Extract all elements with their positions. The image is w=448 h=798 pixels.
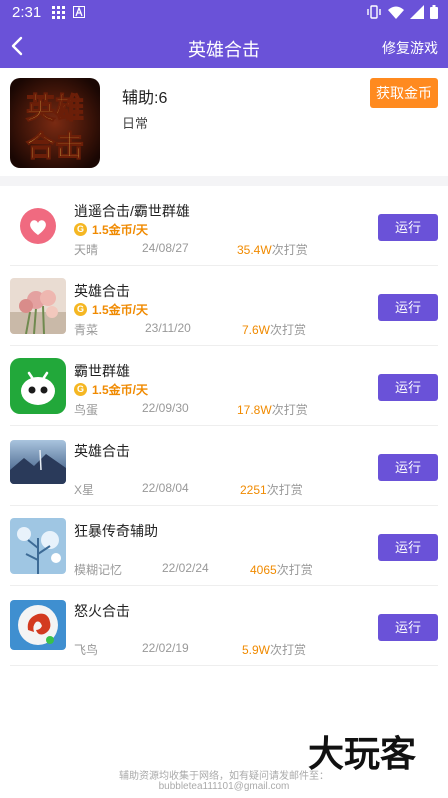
list-item[interactable]: 英雄合击 X星 22/08/04 2251次打赏 运行 (0, 426, 448, 506)
item-name: 霸世群雄 (74, 363, 130, 379)
coin-icon: G (74, 383, 87, 396)
wifi-icon (388, 6, 404, 19)
run-button[interactable]: 运行 (378, 534, 438, 561)
item-name: 狂暴传奇辅助 (74, 523, 158, 539)
footer-email: bubbletea111101@gmail.com (158, 781, 290, 792)
app-bar: 英雄合击 修复游戏 (0, 25, 448, 68)
vibrate-icon (367, 5, 381, 19)
run-button[interactable]: 运行 (378, 454, 438, 481)
get-coins-button[interactable]: 获取金币 (370, 78, 438, 108)
assist-list: 逍遥合击/霸世群雄 G 1.5金币/天 天晴 24/08/27 35.4W次打赏… (0, 186, 448, 666)
item-reward: 4065次打赏 (250, 563, 313, 577)
item-author: 青菜 (74, 323, 99, 337)
category-label: 日常 (122, 116, 149, 131)
list-item[interactable]: 霸世群雄 G 1.5金币/天 鸟蛋 22/09/30 17.8W次打赏 运行 (0, 346, 448, 426)
grid-icon (52, 6, 65, 19)
run-button[interactable]: 运行 (378, 374, 438, 401)
item-date: 24/08/27 (142, 241, 189, 255)
item-reward: 2251次打赏 (240, 483, 303, 497)
landscape-thumb (10, 440, 66, 484)
coin-icon: G (74, 303, 87, 316)
dragon-thumb (10, 600, 66, 650)
item-reward: 17.8W次打赏 (237, 403, 308, 417)
page-title: 英雄合击 (188, 40, 260, 60)
status-time: 2:31 (12, 4, 42, 21)
flowers-thumb (10, 278, 66, 334)
list-item[interactable]: 逍遥合击/霸世群雄 G 1.5金币/天 天晴 24/08/27 35.4W次打赏… (0, 186, 448, 266)
logo-text-bottom: 合击 (26, 129, 84, 163)
logo-text-top: 英雄 (26, 91, 84, 125)
item-date: 22/02/19 (142, 641, 189, 655)
item-reward: 7.6W次打赏 (242, 323, 307, 337)
battery-icon (430, 5, 438, 19)
coin-rate: 1.5金币/天 (92, 383, 149, 397)
item-reward: 35.4W次打赏 (237, 243, 308, 257)
coin-rate: 1.5金币/天 (92, 223, 149, 237)
tree-thumb (10, 518, 66, 574)
item-name: 英雄合击 (74, 283, 130, 299)
game-logo: 英雄 合击 (10, 78, 100, 168)
item-date: 23/11/20 (145, 321, 191, 335)
coin-icon: G (74, 223, 87, 236)
list-item[interactable]: 怒火合击 飞鸟 22/02/19 5.9W次打赏 运行 (0, 586, 448, 666)
run-button[interactable]: 运行 (378, 614, 438, 641)
status-bar: 2:31 (0, 0, 448, 25)
item-date: 22/09/30 (142, 401, 189, 415)
signal-icon (410, 5, 424, 19)
watermark-logo: 大玩客 (308, 734, 416, 774)
coin-rate: 1.5金币/天 (92, 303, 149, 317)
item-author: 鸟蛋 (74, 403, 99, 417)
repair-game-button[interactable]: 修复游戏 (382, 38, 438, 58)
item-date: 22/08/04 (142, 481, 189, 495)
heart-thumb (10, 198, 66, 254)
assist-count: 辅助:6 (122, 90, 168, 107)
item-date: 22/02/24 (162, 561, 209, 575)
android-thumb (10, 358, 66, 414)
item-name: 怒火合击 (74, 603, 130, 619)
item-name: 英雄合击 (74, 443, 130, 459)
run-button[interactable]: 运行 (378, 294, 438, 321)
game-header: 英雄 合击 辅助:6 日常 获取金币 (0, 68, 448, 176)
item-author: 飞鸟 (74, 643, 99, 657)
run-button[interactable]: 运行 (378, 214, 438, 241)
item-reward: 5.9W次打赏 (242, 643, 307, 657)
item-author: 天晴 (74, 243, 99, 257)
watermark-text: 大玩客 (308, 734, 416, 774)
section-divider (0, 176, 448, 186)
a-icon (73, 6, 85, 18)
item-author: 模糊记忆 (74, 563, 123, 577)
list-item[interactable]: 英雄合击 G 1.5金币/天 青菜 23/11/20 7.6W次打赏 运行 (0, 266, 448, 346)
list-item[interactable]: 狂暴传奇辅助 模糊记忆 22/02/24 4065次打赏 运行 (0, 506, 448, 586)
item-name: 逍遥合击/霸世群雄 (74, 203, 190, 219)
item-author: X星 (74, 483, 95, 497)
